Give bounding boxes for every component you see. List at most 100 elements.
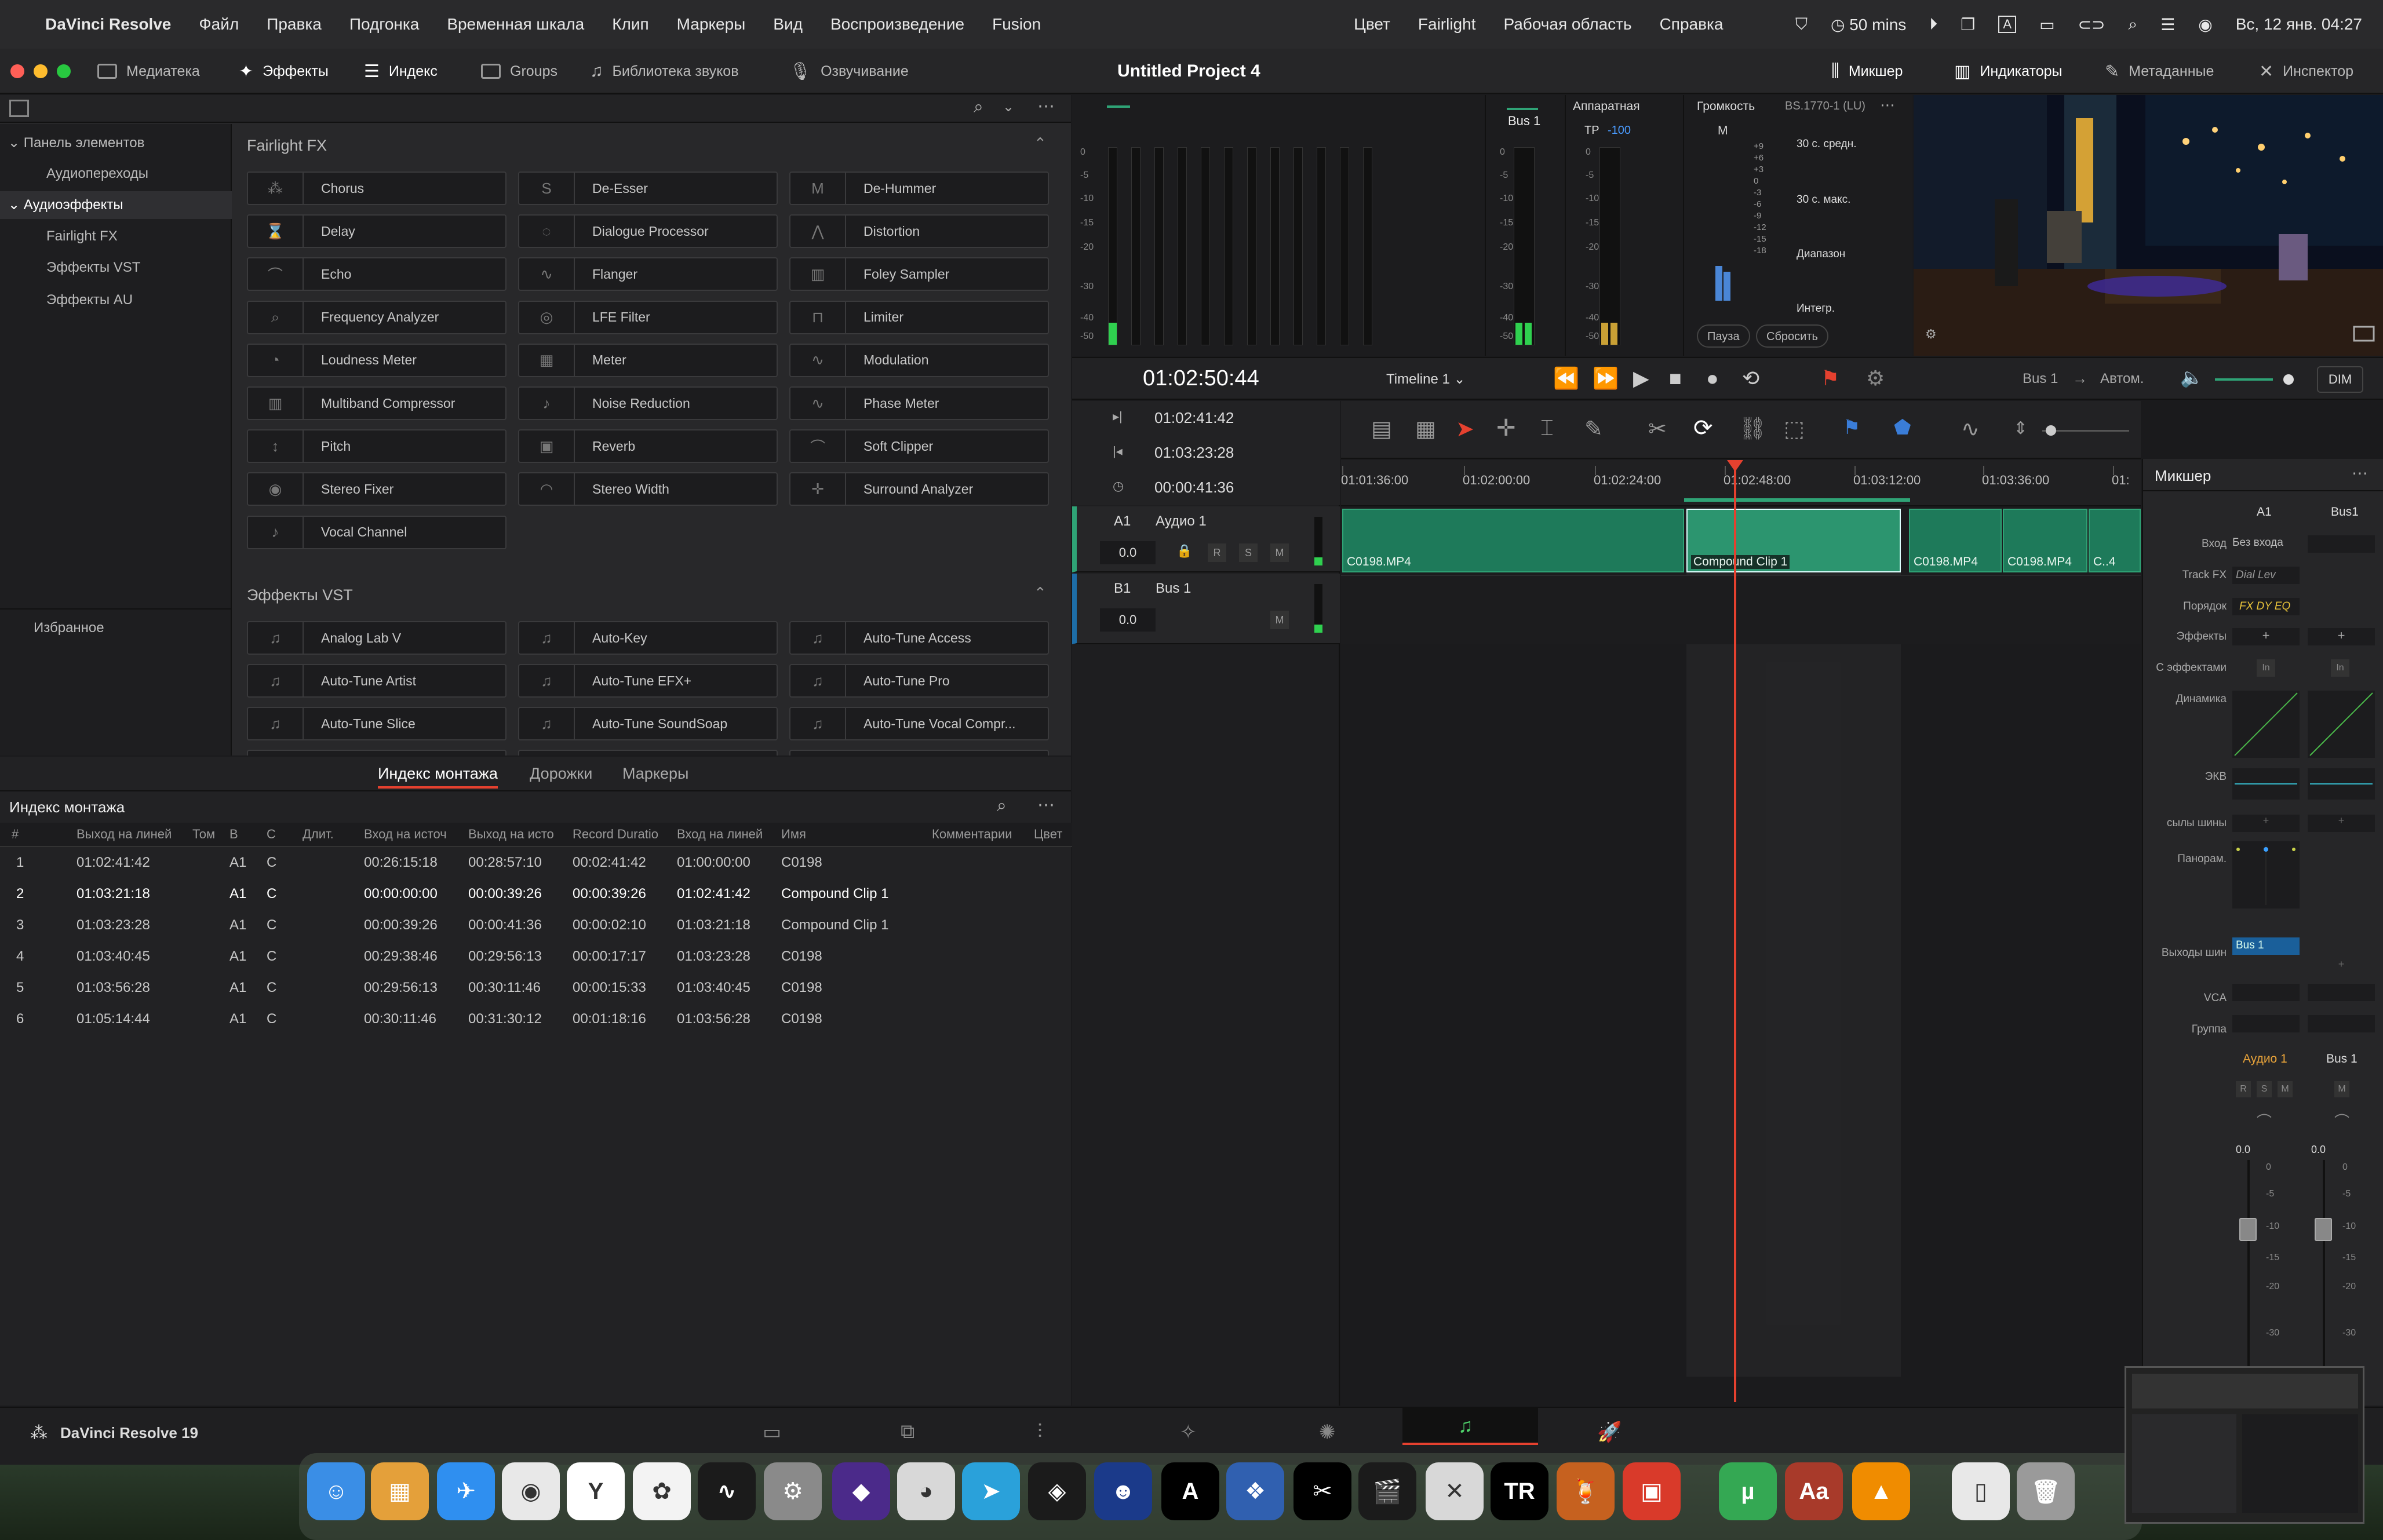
index-button[interactable]: ☰ Индекс	[364, 49, 438, 94]
box-icon[interactable]: ◈	[1028, 1462, 1086, 1520]
audio-clip[interactable]: C0198.MP4	[1342, 509, 1684, 572]
flag-icon[interactable]: ⚑	[1843, 416, 1860, 439]
col-v[interactable]: В	[229, 827, 238, 842]
menu-playback[interactable]: Воспроизведение	[830, 15, 964, 34]
tab-tracks[interactable]: Дорожки	[530, 765, 592, 783]
tree-vst-fx[interactable]: Эффекты VST	[46, 260, 140, 276]
menu-fairlight[interactable]: Fairlight	[1418, 15, 1476, 34]
effect-item[interactable]: ▥ Foley Sampler	[789, 257, 1049, 291]
more-options-icon[interactable]: ⋯	[1037, 96, 1055, 116]
effect-item[interactable]: ♪ Noise Reduction	[518, 386, 778, 420]
trash-icon[interactable]: 🗑	[2017, 1462, 2075, 1520]
menubar-datetime[interactable]: Вс, 12 янв. 04:27	[2236, 15, 2362, 34]
menu-trim[interactable]: Подгонка	[349, 15, 420, 34]
record-arm-button[interactable]: R	[2236, 1081, 2251, 1097]
link-icon[interactable]: ⛓	[1739, 416, 1766, 441]
fader-handle-bus1[interactable]	[2315, 1218, 2332, 1241]
monitor-volume-slider[interactable]	[2215, 378, 2273, 381]
search-icon[interactable]: ⌕	[974, 97, 983, 117]
sidebar-toggle-icon[interactable]	[9, 100, 29, 117]
reset-button[interactable]: Сбросить	[1756, 324, 1828, 348]
table-row[interactable]: 3 01:03:23:28 A1 C 00:00:39:26 00:00:41:36 00:…	[0, 910, 1072, 941]
tree-favorites[interactable]: Избранное	[34, 620, 104, 636]
photos-icon[interactable]: ✿	[633, 1462, 691, 1520]
effect-item[interactable]: ⌒ Echo	[247, 257, 507, 291]
minimize-window-button[interactable]	[34, 64, 48, 78]
menu-workspace[interactable]: Рабочая область	[1503, 15, 1631, 34]
metadata-button[interactable]: ✎ Метаданные	[2105, 49, 2214, 94]
group-selector[interactable]	[2308, 1015, 2375, 1032]
deliver-page-icon[interactable]: 🚀	[1597, 1421, 1622, 1444]
effect-item[interactable]: ⌒ Soft Clipper	[789, 429, 1049, 464]
effect-item[interactable]: ↕ Pitch	[247, 429, 507, 464]
cut-page-icon[interactable]: ⧉	[901, 1421, 914, 1443]
playhead[interactable]	[1734, 464, 1736, 1402]
edit-page-icon[interactable]: ⫶	[1037, 1421, 1043, 1443]
effect-item[interactable]: ⌕ Frequency Analyzer	[247, 300, 507, 334]
vst-effect-item[interactable]	[247, 750, 507, 756]
add-effect-button[interactable]: +	[2308, 628, 2375, 645]
tab-edit-index[interactable]: Индекс монтажа	[378, 765, 498, 789]
current-timecode[interactable]: 01:02:50:44	[1143, 366, 1259, 391]
effects-button[interactable]: ✦ Эффекты	[239, 49, 329, 94]
effect-item[interactable]: ⁂ Chorus	[247, 171, 507, 205]
col-c[interactable]: С	[267, 827, 276, 842]
vst-effect-item[interactable]	[518, 750, 778, 756]
vst-effect-item[interactable]: ♫ Auto-Tune Pro	[789, 664, 1049, 698]
collapse-chevron-icon[interactable]: ⌃	[1034, 584, 1047, 602]
pause-button[interactable]: Пауза	[1697, 324, 1750, 348]
col-record-in[interactable]: Вход на линей	[677, 827, 763, 842]
track-fx-slot[interactable]: Dial Lev	[2232, 567, 2300, 584]
tree-toolbox[interactable]: ⌄ Панель элементов	[8, 134, 144, 151]
snapping-icon[interactable]: ⟳	[1693, 415, 1713, 441]
automation-icon[interactable]: ⌒	[2334, 1110, 2349, 1132]
cocktail-icon[interactable]: 🍹	[1557, 1462, 1615, 1520]
col-reel[interactable]: Том	[192, 827, 215, 842]
vst-effect-item[interactable]: ♫ Auto-Tune Artist	[247, 664, 507, 698]
waveform-icon[interactable]: ∿	[1961, 416, 1980, 442]
audio-clip[interactable]: C0198.MP4	[1909, 509, 2002, 572]
play-circle-icon[interactable]: ⏵	[1929, 15, 1937, 34]
finder-icon[interactable]: ☺	[307, 1462, 365, 1520]
search-icon[interactable]: ⌕	[2128, 15, 2137, 34]
media-page-icon[interactable]: ▭	[763, 1421, 781, 1444]
record-arm-button[interactable]: R	[1208, 543, 1226, 562]
effect-item[interactable]: ◎ LFE Filter	[518, 300, 778, 334]
fader-handle-a1[interactable]	[2239, 1218, 2257, 1241]
track-volume[interactable]: 0.0	[1100, 608, 1156, 632]
inspector-button[interactable]: ✕ Инспектор	[2259, 49, 2353, 94]
launchpad-icon[interactable]: ▦	[371, 1462, 429, 1520]
effect-item[interactable]: ▣ Reverb	[518, 429, 778, 464]
zoom-window-button[interactable]	[57, 64, 71, 78]
tree-audio-transitions[interactable]: Аудиопереходы	[46, 166, 148, 182]
stop-button[interactable]: ■	[1669, 366, 1682, 391]
input-source[interactable]: A	[1998, 16, 2017, 33]
effect-item[interactable]: ⋀ Distortion	[789, 214, 1049, 249]
vst-effect-item[interactable]: ♫ Auto-Tune Vocal Compr...	[789, 707, 1049, 740]
chrome-icon[interactable]: ◉	[502, 1462, 560, 1520]
effects-in-button[interactable]: In	[2331, 659, 2349, 677]
color-page-icon[interactable]: ✺	[1319, 1421, 1336, 1444]
collapse-chevron-icon[interactable]: ⌃	[1034, 134, 1047, 152]
mute-button[interactable]: M	[1270, 611, 1289, 629]
timer-status[interactable]: ◷ 50 mins	[1831, 15, 1906, 34]
effect-item[interactable]: ◔ Loudness Meter	[247, 343, 507, 377]
mixer-button[interactable]: ⫼ Микшер	[1831, 49, 1903, 94]
sound-library-button[interactable]: ♫ Библиотека звуков	[590, 49, 738, 94]
edit-mode-icon[interactable]: ▤	[1371, 416, 1392, 442]
mute-button[interactable]: M	[1270, 543, 1289, 562]
bus-output-add[interactable]: +	[2308, 958, 2375, 976]
window-icon[interactable]: ❐	[1961, 15, 1975, 34]
effect-item[interactable]: ▥ Multiband Compressor	[247, 386, 507, 420]
fairlight-page-tab[interactable]: ♫	[1402, 1408, 1538, 1445]
monitor-bus[interactable]: Bus 1	[2023, 371, 2058, 387]
font-app-icon[interactable]: A	[1161, 1462, 1219, 1520]
dictionary-icon[interactable]: Aa	[1785, 1462, 1843, 1520]
more-options-icon[interactable]: ⋯	[2352, 464, 2368, 483]
obsidian-icon[interactable]: ◆	[832, 1462, 890, 1520]
effect-item[interactable]: S De-Esser	[518, 171, 778, 205]
col-source-out[interactable]: Выход на исто	[468, 827, 554, 842]
col-number[interactable]: #	[12, 827, 19, 842]
vlc-icon[interactable]: ▲	[1852, 1462, 1910, 1520]
track-volume[interactable]: 0.0	[1100, 541, 1156, 564]
